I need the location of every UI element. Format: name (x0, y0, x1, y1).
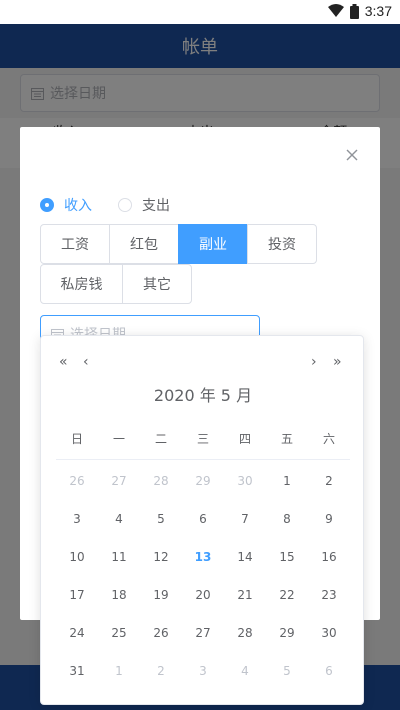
calendar-day[interactable]: 2 (140, 664, 182, 678)
calendar-day[interactable]: 15 (266, 550, 308, 564)
date-picker: « ‹ › » 2020 年 5 月 日 一 二 三 四 五 六 26 27 2… (40, 335, 364, 705)
category-group-row2: 私房钱 其它 (40, 264, 192, 304)
category-sideline-button[interactable]: 副业 (178, 224, 248, 264)
calendar-day[interactable]: 5 (266, 664, 308, 678)
calendar-day[interactable]: 11 (98, 550, 140, 564)
radio-expense[interactable]: 支出 (118, 195, 170, 215)
calendar-day[interactable]: 3 (182, 664, 224, 678)
calendar-day[interactable]: 6 (182, 512, 224, 526)
category-investment-button[interactable]: 投资 (247, 224, 317, 264)
weekday-label: 六 (322, 432, 335, 446)
calendar-week: 10 11 12 13 14 15 16 (56, 538, 350, 576)
prev-month-button[interactable]: ‹ (83, 354, 89, 370)
calendar-week: 3 4 5 6 7 8 9 (56, 500, 350, 538)
category-salary-button[interactable]: 工资 (40, 224, 110, 264)
weekday-header: 日 一 二 三 四 五 六 (56, 430, 350, 460)
calendar-day[interactable]: 24 (56, 626, 98, 640)
weekday-label: 五 (280, 432, 293, 446)
calendar-day[interactable]: 13 (182, 550, 224, 564)
calendar-day[interactable]: 2 (308, 474, 350, 488)
category-other-button[interactable]: 其它 (122, 264, 192, 304)
weekday-label: 一 (112, 432, 125, 446)
calendar-day[interactable]: 29 (266, 626, 308, 640)
calendar-day[interactable]: 1 (266, 474, 308, 488)
weekday-label: 三 (196, 432, 209, 446)
category-private-money-button[interactable]: 私房钱 (40, 264, 123, 304)
calendar-day[interactable]: 19 (140, 588, 182, 602)
radio-income-label[interactable]: 收入 (64, 195, 92, 215)
category-group-row1: 工资 红包 副业 投资 (40, 224, 317, 264)
type-radio-group: 收入 支出 (40, 195, 196, 215)
calendar-week: 17 18 19 20 21 22 23 (56, 576, 350, 614)
weekday-label: 日 (70, 432, 83, 446)
calendar-day[interactable]: 27 (182, 626, 224, 640)
wifi-icon (327, 4, 344, 17)
radio-expense-dot[interactable] (118, 198, 132, 212)
calendar-day[interactable]: 12 (140, 550, 182, 564)
calendar-day[interactable]: 30 (308, 626, 350, 640)
next-month-button[interactable]: › (311, 354, 317, 370)
calendar-grid: 26 27 28 29 30 1 2 3 4 5 6 7 8 9 10 11 1… (56, 462, 350, 690)
calendar-day[interactable]: 16 (308, 550, 350, 564)
calendar-day[interactable]: 31 (56, 664, 98, 678)
calendar-day[interactable]: 29 (182, 474, 224, 488)
calendar-day[interactable]: 9 (308, 512, 350, 526)
calendar-day[interactable]: 3 (56, 512, 98, 526)
radio-income[interactable]: 收入 (40, 195, 92, 215)
calendar-day[interactable]: 26 (56, 474, 98, 488)
picker-month-title: 2020 年 5 月 (153, 386, 253, 405)
calendar-day[interactable]: 5 (140, 512, 182, 526)
calendar-day[interactable]: 23 (308, 588, 350, 602)
weekday-label: 四 (238, 432, 251, 446)
prev-year-button[interactable]: « (59, 354, 68, 370)
calendar-day[interactable]: 26 (140, 626, 182, 640)
calendar-day[interactable]: 14 (224, 550, 266, 564)
status-bar: 3:37 (0, 0, 400, 24)
calendar-day[interactable]: 4 (98, 512, 140, 526)
calendar-day[interactable]: 1 (98, 664, 140, 678)
calendar-week: 31 1 2 3 4 5 6 (56, 652, 350, 690)
calendar-day[interactable]: 28 (140, 474, 182, 488)
category-redpacket-button[interactable]: 红包 (109, 224, 179, 264)
radio-income-dot[interactable] (40, 198, 54, 212)
calendar-day[interactable]: 22 (266, 588, 308, 602)
calendar-day[interactable]: 28 (224, 626, 266, 640)
calendar-day[interactable]: 4 (224, 664, 266, 678)
radio-expense-label[interactable]: 支出 (142, 195, 170, 215)
calendar-week: 24 25 26 27 28 29 30 (56, 614, 350, 652)
calendar-day[interactable]: 20 (182, 588, 224, 602)
calendar-day[interactable]: 7 (224, 512, 266, 526)
weekday-label: 二 (154, 432, 167, 446)
calendar-day[interactable]: 6 (308, 664, 350, 678)
calendar-day[interactable]: 21 (224, 588, 266, 602)
calendar-day[interactable]: 27 (98, 474, 140, 488)
calendar-day[interactable]: 10 (56, 550, 98, 564)
next-year-button[interactable]: » (333, 354, 342, 370)
calendar-week: 26 27 28 29 30 1 2 (56, 462, 350, 500)
status-time: 3:37 (364, 3, 392, 19)
calendar-day[interactable]: 8 (266, 512, 308, 526)
close-icon[interactable] (344, 147, 360, 163)
calendar-day[interactable]: 17 (56, 588, 98, 602)
calendar-day[interactable]: 18 (98, 588, 140, 602)
calendar-day[interactable]: 25 (98, 626, 140, 640)
calendar-day[interactable]: 30 (224, 474, 266, 488)
battery-icon (349, 3, 359, 19)
